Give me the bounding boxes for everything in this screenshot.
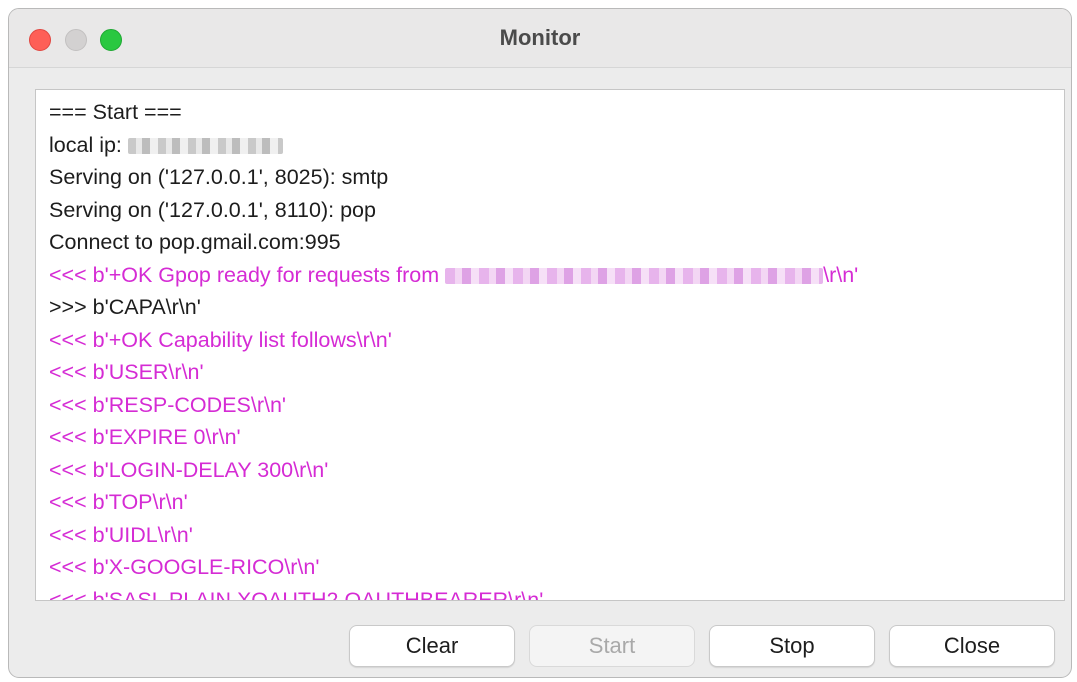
stop-button[interactable]: Stop	[709, 625, 875, 667]
close-button[interactable]: Close	[889, 625, 1055, 667]
log-line: >>> b'CAPA\r\n'	[49, 291, 1064, 324]
log-line: Serving on ('127.0.0.1', 8025): smtp	[49, 161, 1064, 194]
log-line-text: <<< b'USER\r\n'	[49, 360, 204, 384]
log-line: <<< b'UIDL\r\n'	[49, 519, 1064, 552]
start-button: Start	[529, 625, 695, 667]
log-line: Serving on ('127.0.0.1', 8110): pop	[49, 194, 1064, 227]
log-line-text: >>> b'CAPA\r\n'	[49, 295, 201, 319]
log-line-text: === Start ===	[49, 100, 182, 124]
log-line-text: Serving on ('127.0.0.1', 8025): smtp	[49, 165, 389, 189]
log-line: <<< b'LOGIN-DELAY 300\r\n'	[49, 454, 1064, 487]
log-line: <<< b'RESP-CODES\r\n'	[49, 389, 1064, 422]
window-title: Monitor	[499, 25, 581, 50]
log-line-text: <<< b'+OK Gpop ready for requests from	[49, 262, 446, 287]
redacted-text	[127, 137, 283, 154]
log-line-text: <<< b'RESP-CODES\r\n'	[49, 392, 287, 417]
log-line: local ip:	[49, 129, 1064, 162]
log-line-text: Serving on ('127.0.0.1', 8110): pop	[49, 197, 376, 222]
log-line: === Start ===	[49, 96, 1064, 129]
log-line-suffix: \r\n'	[823, 262, 859, 287]
title-bar: Monitor	[9, 9, 1071, 68]
log-line-text: <<< b'TOP\r\n'	[49, 490, 188, 514]
log-line: <<< b'+OK Capability list follows\r\n'	[49, 324, 1064, 357]
log-line-text: <<< b'X-GOOGLE-RICO\r\n'	[49, 555, 320, 579]
log-line-text: <<< b'LOGIN-DELAY 300\r\n'	[49, 457, 329, 482]
log-line-text: local ip:	[49, 132, 128, 157]
log-line-text: <<< b'+OK Capability list follows\r\n'	[49, 327, 392, 352]
log-line: <<< b'+OK Gpop ready for requests from \…	[49, 259, 1064, 292]
redacted-text	[445, 267, 824, 284]
clear-button[interactable]: Clear	[349, 625, 515, 667]
log-line-text: Connect to pop.gmail.com:995	[49, 230, 341, 254]
log-line-text: <<< b'UIDL\r\n'	[49, 522, 193, 547]
log-line: <<< b'TOP\r\n'	[49, 486, 1064, 519]
log-line: <<< b'USER\r\n'	[49, 356, 1064, 389]
monitor-window: Monitor === Start === local ip: Serving o…	[8, 8, 1072, 678]
log-line-text: <<< b'SASL PLAIN XOAUTH2 OAUTHBEARER\r\n…	[49, 587, 544, 601]
log-output[interactable]: === Start === local ip: Serving on ('127.…	[35, 89, 1065, 601]
log-line: Connect to pop.gmail.com:995	[49, 226, 1064, 259]
log-line: <<< b'X-GOOGLE-RICO\r\n'	[49, 551, 1064, 584]
log-line: <<< b'SASL PLAIN XOAUTH2 OAUTHBEARER\r\n…	[49, 584, 1064, 601]
log-line-text: <<< b'EXPIRE 0\r\n'	[49, 425, 241, 449]
log-line: <<< b'EXPIRE 0\r\n'	[49, 421, 1064, 454]
